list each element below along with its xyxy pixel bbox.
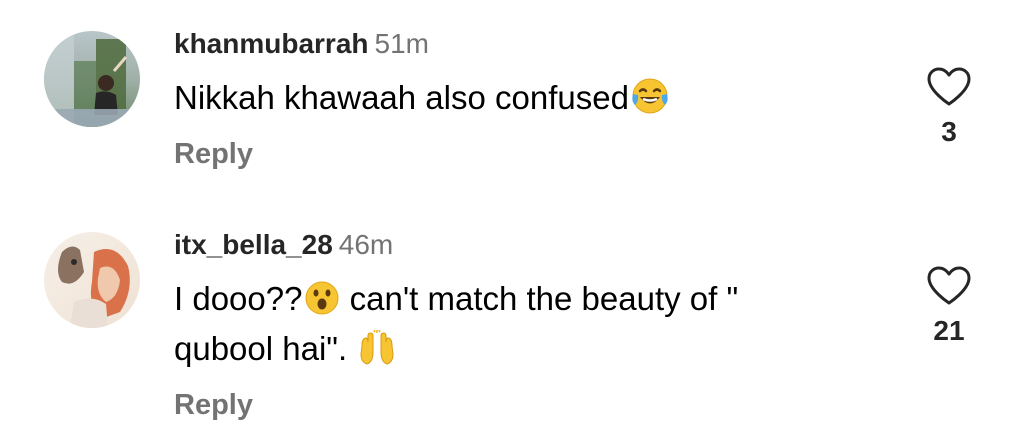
comment-item: itx_bella_28 46m I dooo?? can't match the… [0, 200, 1024, 421]
face-with-open-mouth-icon [304, 280, 340, 327]
comment-text: I dooo?? can't match the beauty of " qub… [174, 277, 854, 377]
avatar-image [44, 31, 140, 127]
username-link[interactable]: itx_bella_28 [174, 229, 333, 260]
avatar[interactable] [44, 31, 140, 127]
comment-body: itx_bella_28 46m I dooo?? can't match the… [174, 225, 904, 421]
reply-button[interactable]: Reply [174, 389, 253, 421]
raising-hands-icon [358, 329, 396, 377]
heart-icon[interactable] [926, 66, 972, 108]
avatar-image [44, 232, 140, 328]
comment-body: khanmubarrah 51m Nikkah khawaah also conf… [174, 24, 904, 171]
comment-text-content: Nikkah khawaah also confused [174, 79, 629, 116]
username-link[interactable]: khanmubarrah [174, 28, 369, 59]
reply-button[interactable]: Reply [174, 138, 253, 171]
heart-icon[interactable] [926, 265, 972, 307]
comment-time: 46m [338, 229, 394, 260]
comment-time: 51m [374, 28, 429, 59]
comment-text: Nikkah khawaah also confused [174, 76, 854, 126]
face-with-tears-of-joy-icon [631, 77, 669, 126]
like-count: 21 [933, 315, 965, 346]
comment-meta: itx_bella_28 46m [174, 225, 904, 265]
comment-meta: khanmubarrah 51m [174, 24, 904, 64]
comments-list: khanmubarrah 51m Nikkah khawaah also conf… [0, 0, 1024, 421]
comment-text-part1: I dooo?? [174, 280, 303, 317]
like-section: 21 [919, 265, 979, 347]
avatar[interactable] [44, 232, 140, 328]
like-count: 3 [941, 116, 957, 147]
like-section: 3 [919, 66, 979, 148]
comment-item: khanmubarrah 51m Nikkah khawaah also conf… [0, 0, 1024, 200]
